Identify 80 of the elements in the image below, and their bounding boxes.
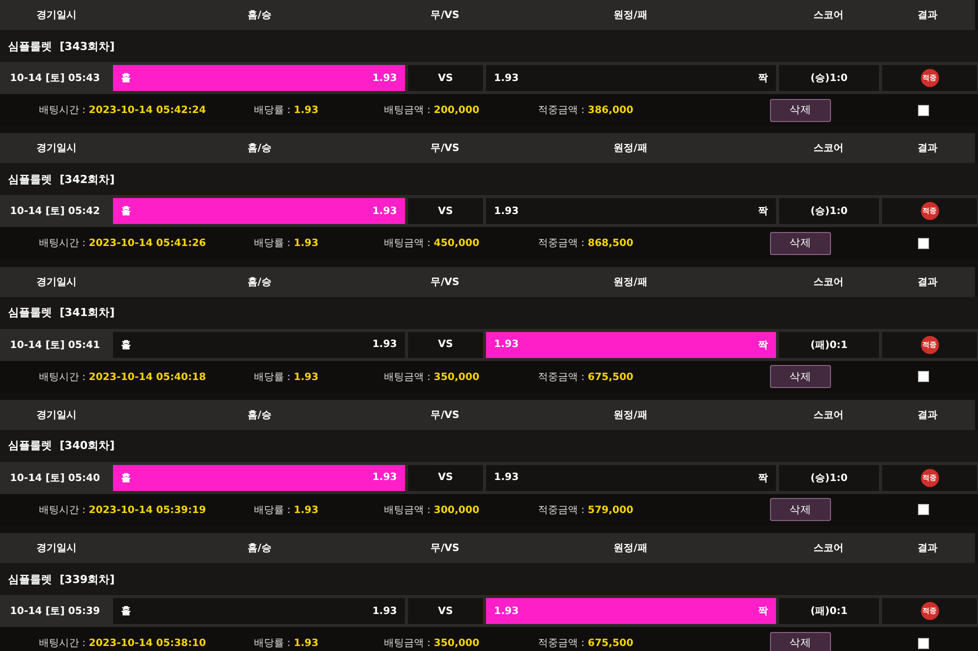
round-title: 심플룰렛 [340회차] xyxy=(8,438,115,454)
column-header: 홈/승 xyxy=(246,9,272,22)
column-header: 원정/패 xyxy=(612,9,648,22)
odds-rate: 배당률 : 1.93 xyxy=(254,370,318,384)
score-cell: (승)1:0 xyxy=(779,198,879,224)
column-header: 홈/승 xyxy=(246,408,272,422)
column-header: 원정/패 xyxy=(612,408,648,422)
checkbox[interactable] xyxy=(918,504,929,516)
score-cell: (패)0:1 xyxy=(779,332,879,358)
bet-amount: 배팅금액 : 450,000 xyxy=(384,237,480,250)
round-title: 심플룰렛 [343회차] xyxy=(8,38,115,54)
delete-button[interactable]: 삭제 xyxy=(770,632,831,651)
score-cell: (승)1:0 xyxy=(779,464,879,491)
score-cell: (패)0:1 xyxy=(779,598,879,624)
column-header: 결과 xyxy=(916,142,938,156)
column-header: 스코어 xyxy=(812,9,844,22)
bet-amount: 배팅금액 : 200,000 xyxy=(384,104,480,117)
score-cell: (승)1:0 xyxy=(779,65,879,91)
bet-time: 배팅시간 : 2023-10-14 05:40:18 xyxy=(39,370,206,384)
bet-time: 배팅시간 : 2023-10-14 05:39:19 xyxy=(39,504,206,517)
round-title: 심플룰렛 [341회차] xyxy=(8,305,115,320)
vs-cell: VS xyxy=(408,332,483,358)
home-pick[interactable]: 홀 1.93 xyxy=(113,598,405,624)
bet-amount: 배팅금액 : 300,000 xyxy=(384,504,480,517)
vs-cell: VS xyxy=(408,464,483,491)
checkbox[interactable] xyxy=(918,238,929,249)
win-amount: 적중금액 : 386,000 xyxy=(538,104,634,117)
column-header: 결과 xyxy=(916,9,938,22)
checkbox[interactable] xyxy=(918,638,929,649)
column-header: 무/VS xyxy=(430,142,460,156)
bet-time: 배팅시간 : 2023-10-14 05:38:10 xyxy=(39,637,206,650)
column-header: 경기일시 xyxy=(36,142,78,156)
win-amount: 적중금액 : 868,500 xyxy=(538,237,634,250)
bet-amount: 배팅금액 : 350,000 xyxy=(384,370,480,384)
round-title: 심플룰렛 [339회차] xyxy=(8,572,115,587)
column-header: 무/VS xyxy=(430,276,460,289)
column-header: 스코어 xyxy=(812,542,844,556)
column-header: 경기일시 xyxy=(36,408,78,422)
win-amount: 적중금액 : 675,500 xyxy=(538,637,634,650)
column-header: 스코어 xyxy=(812,276,844,289)
column-header: 경기일시 xyxy=(36,276,78,289)
delete-button[interactable]: 삭제 xyxy=(770,98,831,122)
column-header: 원정/패 xyxy=(612,276,648,289)
away-pick[interactable]: 1.93 짝 xyxy=(486,65,776,91)
column-header: 무/VS xyxy=(430,542,460,556)
column-header: 무/VS xyxy=(430,408,460,422)
column-header: 스코어 xyxy=(812,408,844,422)
odds-rate: 배당률 : 1.93 xyxy=(254,104,318,117)
column-header: 결과 xyxy=(916,276,938,289)
column-header: 스코어 xyxy=(812,142,844,156)
delete-button[interactable]: 삭제 xyxy=(770,365,831,388)
odds-rate: 배당률 : 1.93 xyxy=(254,237,318,250)
delete-button[interactable]: 삭제 xyxy=(770,232,831,255)
vs-cell: VS xyxy=(408,198,483,224)
column-header: 경기일시 xyxy=(36,9,78,22)
odds-rate: 배당률 : 1.93 xyxy=(254,637,318,650)
win-amount: 적중금액 : 579,000 xyxy=(538,504,634,517)
bet-time: 배팅시간 : 2023-10-14 05:42:24 xyxy=(39,104,206,117)
column-header: 홈/승 xyxy=(246,276,272,289)
vs-cell: VS xyxy=(408,598,483,624)
column-header: 결과 xyxy=(916,542,938,556)
round-title: 심플룰렛 [342회차] xyxy=(8,172,115,187)
vs-cell: VS xyxy=(408,65,483,91)
column-header: 원정/패 xyxy=(612,542,648,556)
away-pick[interactable]: 1.93 짝 xyxy=(486,464,776,491)
delete-button[interactable]: 삭제 xyxy=(770,498,831,522)
odds-rate: 배당률 : 1.93 xyxy=(254,504,318,517)
checkbox[interactable] xyxy=(918,104,929,116)
home-pick[interactable]: 홀 1.93 xyxy=(113,332,405,358)
column-header: 홈/승 xyxy=(246,542,272,556)
column-header: 경기일시 xyxy=(36,542,78,556)
checkbox[interactable] xyxy=(918,371,929,382)
win-amount: 적중금액 : 675,500 xyxy=(538,370,634,384)
away-pick[interactable]: 1.93 짝 xyxy=(486,198,776,224)
column-header: 결과 xyxy=(916,408,938,422)
column-header: 무/VS xyxy=(430,9,460,22)
bet-time: 배팅시간 : 2023-10-14 05:41:26 xyxy=(39,237,206,250)
column-header: 원정/패 xyxy=(612,142,648,156)
column-header: 홈/승 xyxy=(246,142,272,156)
bet-amount: 배팅금액 : 350,000 xyxy=(384,637,480,650)
